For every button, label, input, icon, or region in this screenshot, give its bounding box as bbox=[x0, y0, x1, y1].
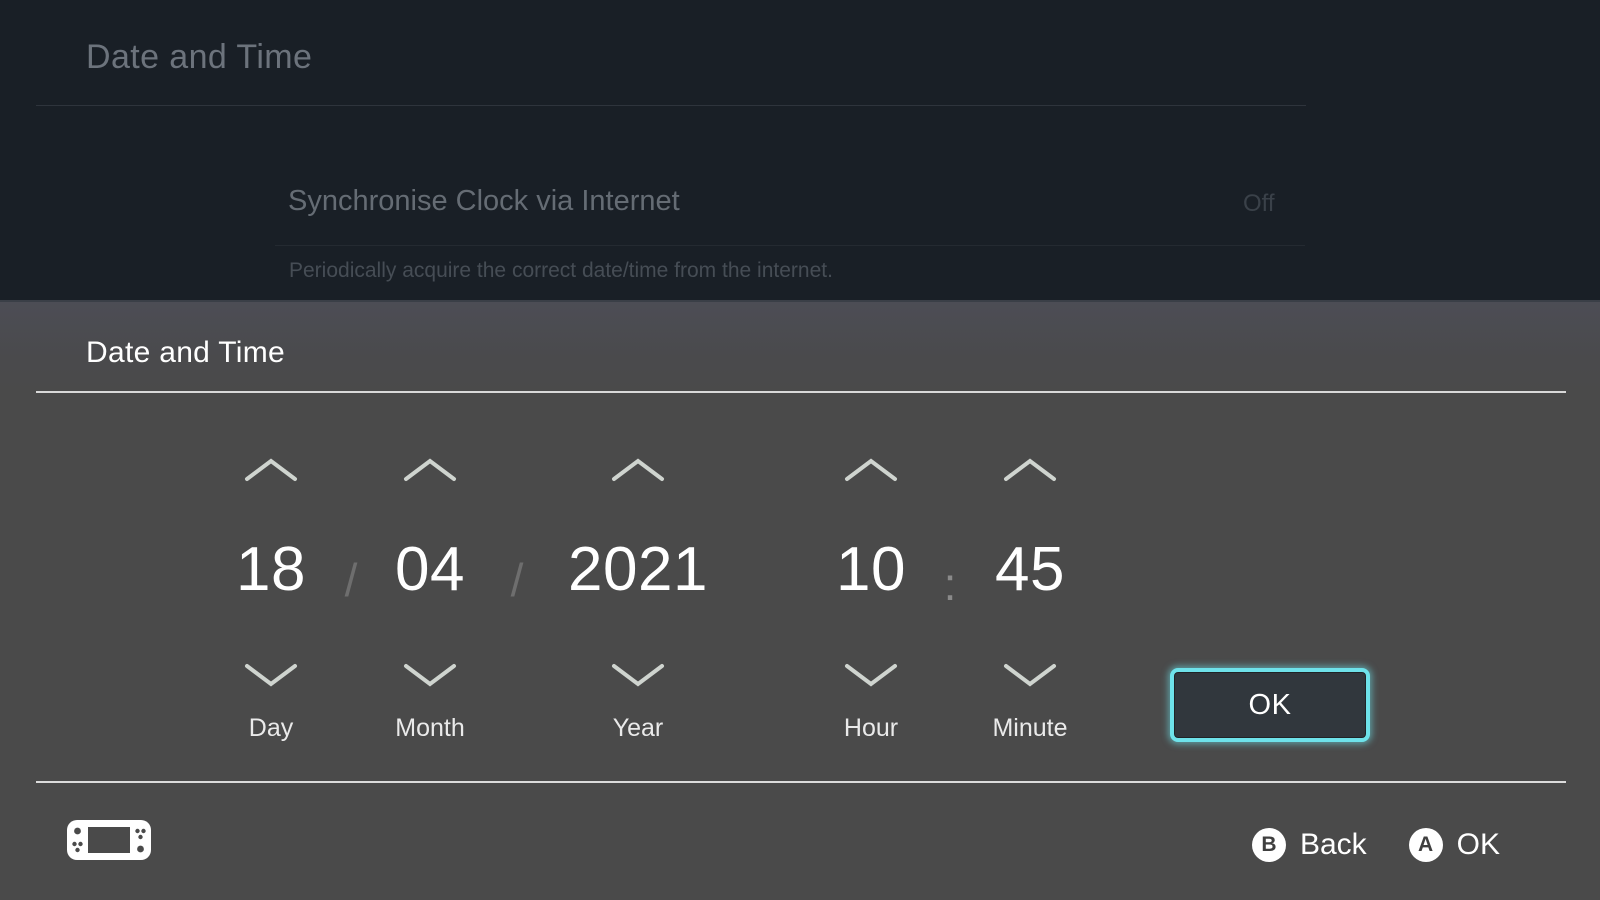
chevron-up-icon[interactable] bbox=[605, 452, 671, 488]
nintendo-switch-console-icon bbox=[66, 819, 152, 866]
sync-clock-setting-description: Periodically acquire the correct date/ti… bbox=[289, 259, 833, 282]
picker-label-year: Year bbox=[612, 714, 664, 742]
picker-value-month[interactable]: 04 bbox=[355, 527, 505, 613]
b-button-icon: B bbox=[1251, 827, 1286, 862]
hint-back-label: Back bbox=[1299, 827, 1367, 861]
background-settings-screen: Date and Time Synchronise Clock via Inte… bbox=[0, 0, 1600, 302]
chevron-up-icon[interactable] bbox=[238, 452, 304, 488]
picker-value-minute[interactable]: 45 bbox=[955, 527, 1105, 613]
modal-title: Date and Time bbox=[86, 336, 286, 369]
date-time-modal: Date and Time 18 Day / 04 Month / 2021 Y… bbox=[0, 300, 1600, 900]
hint-back[interactable]: B Back bbox=[1251, 827, 1367, 862]
background-page-title: Date and Time bbox=[86, 38, 313, 76]
chevron-down-icon[interactable] bbox=[838, 657, 904, 693]
picker-field-minute: 45 Minute bbox=[955, 432, 1105, 762]
modal-title-divider bbox=[36, 391, 1566, 393]
picker-label-minute: Minute bbox=[992, 714, 1068, 742]
picker-label-day: Day bbox=[248, 714, 294, 742]
picker-field-month: 04 Month bbox=[355, 432, 505, 762]
footer-hints: B Back A OK bbox=[1251, 787, 1600, 900]
picker-label-month: Month bbox=[395, 714, 465, 742]
footer-bar: B Back A OK bbox=[0, 787, 1600, 900]
chevron-up-icon[interactable] bbox=[397, 452, 463, 488]
chevron-down-icon[interactable] bbox=[397, 657, 463, 693]
picker-field-hour: 10 Hour bbox=[796, 432, 946, 762]
a-button-icon: A bbox=[1408, 827, 1443, 862]
ok-button[interactable]: OK bbox=[1170, 668, 1370, 742]
picker-value-day[interactable]: 18 bbox=[196, 527, 346, 613]
sync-clock-setting-value: Off bbox=[1243, 190, 1275, 217]
switch-settings-screen: Date and Time Synchronise Clock via Inte… bbox=[0, 0, 1600, 900]
footer-divider bbox=[36, 781, 1566, 783]
chevron-up-icon[interactable] bbox=[838, 452, 904, 488]
chevron-down-icon[interactable] bbox=[605, 657, 671, 693]
picker-field-year: 2021 Year bbox=[563, 432, 713, 762]
picker-label-hour: Hour bbox=[843, 714, 899, 742]
hint-ok[interactable]: A OK bbox=[1408, 827, 1500, 862]
hint-ok-label: OK bbox=[1456, 827, 1500, 861]
background-title-divider bbox=[36, 105, 1306, 106]
picker-value-year[interactable]: 2021 bbox=[563, 527, 713, 613]
chevron-up-icon[interactable] bbox=[997, 452, 1063, 488]
ok-button-label: OK bbox=[1248, 688, 1292, 721]
date-time-picker: 18 Day / 04 Month / 2021 Year 10 Hour: … bbox=[0, 432, 1600, 762]
date-separator-2: / bbox=[510, 554, 524, 606]
sync-clock-setting-label: Synchronise Clock via Internet bbox=[288, 185, 680, 217]
picker-field-day: 18 Day bbox=[196, 432, 346, 762]
chevron-down-icon[interactable] bbox=[997, 657, 1063, 693]
picker-value-hour[interactable]: 10 bbox=[796, 527, 946, 613]
chevron-down-icon[interactable] bbox=[238, 657, 304, 693]
background-row-divider bbox=[275, 245, 1305, 246]
